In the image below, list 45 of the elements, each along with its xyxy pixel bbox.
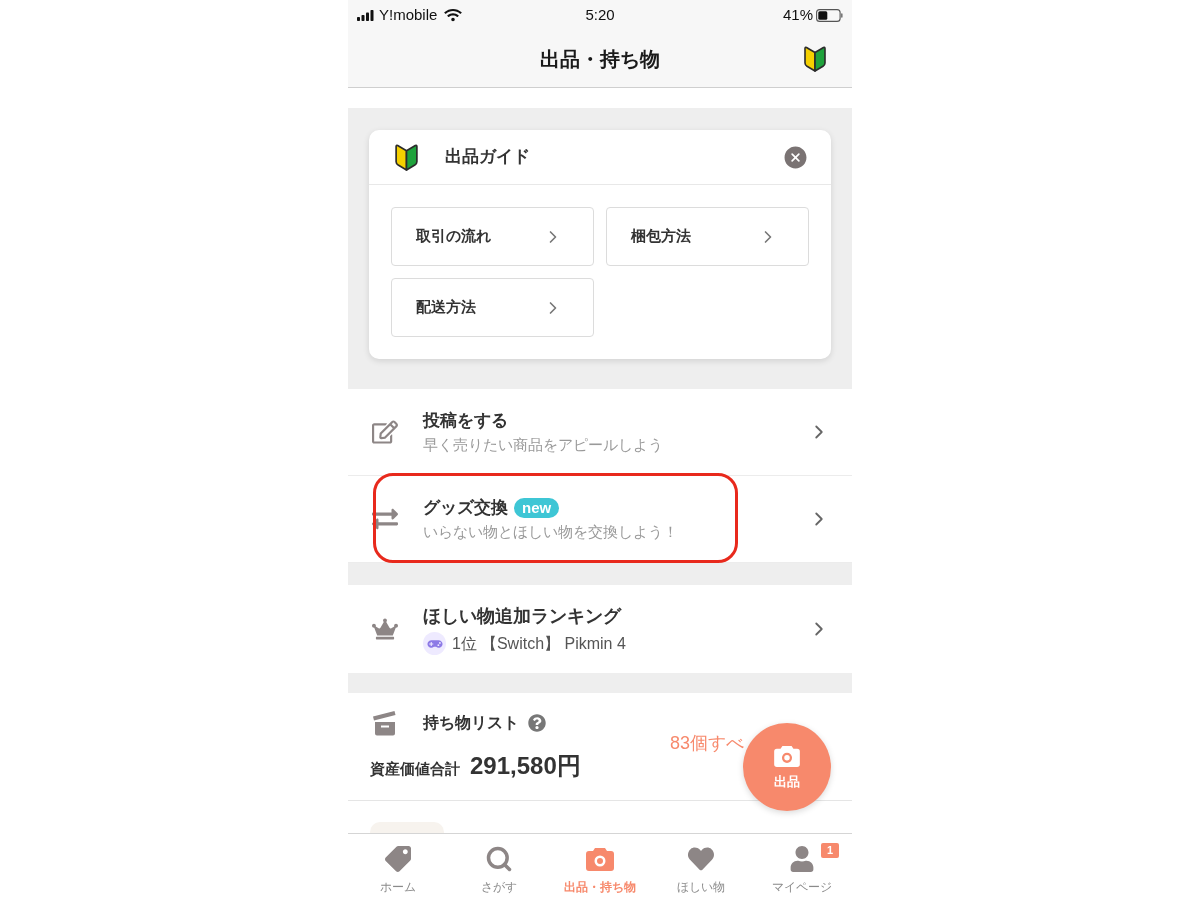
tab-bar-item[interactable]: ほしい物 [650, 834, 752, 900]
box-icon [372, 709, 398, 736]
menu-item[interactable]: 投稿をする 早く売りたい商品をアピールしよう [348, 389, 852, 476]
page-title: 出品・持ち物 [540, 46, 660, 72]
guide-title: 出品ガイド [445, 146, 530, 169]
guide-link-button[interactable]: 配送方法 [391, 278, 594, 337]
carrier-name: Y!mobile [379, 4, 438, 25]
ranking-title: ほしい物追加ランキング [423, 604, 623, 628]
person-icon [789, 846, 814, 872]
ranking-product: 【Switch】 Pikmin 4 [480, 633, 626, 654]
guide-link-button[interactable]: 取引の流れ [391, 207, 594, 266]
total-value-label: 資産価値合計 [370, 758, 460, 779]
signal-icon [357, 9, 374, 21]
tab-bar-item[interactable]: 出品・持ち物 [549, 834, 651, 900]
search-icon [485, 845, 514, 873]
beginner-guide-button[interactable] [804, 45, 826, 72]
tab-bar-item[interactable]: ホーム [348, 834, 449, 900]
clock-time: 5:20 [585, 4, 615, 25]
tab-bar-item[interactable]: さがす [448, 834, 550, 900]
new-badge: new [514, 497, 560, 518]
menu-item-title: グッズ交換 [423, 496, 508, 519]
tag-icon [385, 846, 412, 872]
tab-bar-item[interactable]: マイページ 1 [751, 834, 852, 900]
belongings-title: 持ち物リスト [423, 712, 519, 733]
total-value-amount: 291,580円 [470, 750, 581, 781]
edit-icon [372, 419, 398, 445]
help-icon[interactable] [528, 713, 546, 732]
beginner-mark-icon [804, 45, 826, 72]
heart-icon [686, 846, 715, 872]
menu-item[interactable]: グッズ交換 new いらない物とほしい物を交換しよう！ [348, 476, 852, 563]
ranking-position: 1位 [452, 633, 477, 654]
guide-link-button[interactable]: 梱包方法 [606, 207, 809, 266]
camera-icon [774, 744, 800, 767]
notification-badge: 1 [820, 843, 839, 858]
crown-icon [372, 618, 398, 640]
menu-item-subtitle: 早く売りたい商品をアピールしよう [423, 434, 663, 455]
view-all-link[interactable]: 83個すべ [669, 730, 744, 757]
battery-percent: 41% [782, 4, 813, 25]
camera-icon [586, 847, 614, 871]
wifi-icon [444, 8, 463, 22]
menu-item-subtitle: いらない物とほしい物を交換しよう！ [423, 521, 678, 542]
battery-icon [816, 8, 843, 22]
menu-item-title: 投稿をする [423, 409, 508, 432]
beginner-mark-icon [395, 143, 418, 171]
exchange-arrows-icon [372, 506, 398, 532]
